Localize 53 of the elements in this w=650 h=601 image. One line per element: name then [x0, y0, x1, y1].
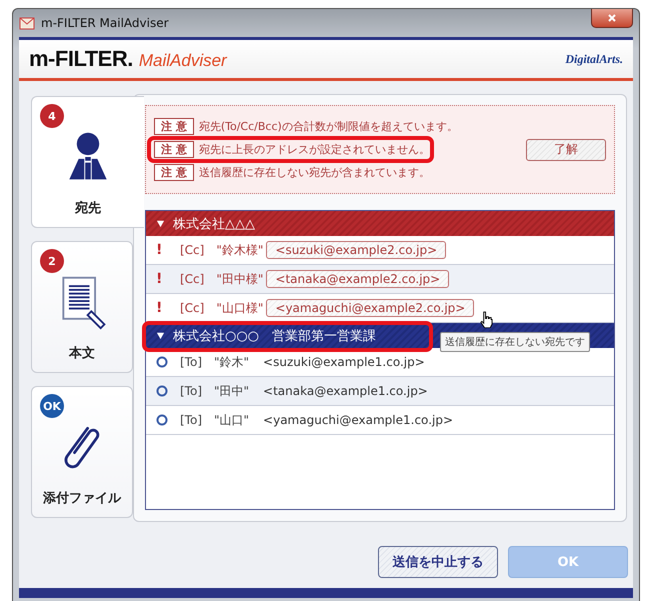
recipient-name: "田中": [214, 382, 250, 400]
category-label: 本文: [69, 344, 95, 362]
group-name: 株式会社○○○ 営業部第一営業課: [173, 328, 376, 344]
product-logo: m-FILTER.: [29, 46, 133, 72]
close-icon: [607, 13, 617, 23]
close-button[interactable]: [591, 9, 633, 28]
warning-text: 送信履歴に存在しない宛先が含まれています。: [198, 165, 430, 180]
warning-text: 宛先に上長のアドレスが設定されていません。: [198, 142, 430, 157]
email-address: <suzuki@example1.co.jp>: [263, 355, 425, 369]
group-header[interactable]: 株式会社△△△: [146, 211, 614, 236]
recipient-type: [Cc]: [180, 272, 204, 286]
category-label: 宛先: [75, 200, 101, 217]
product-subtitle: MailAdviser: [138, 51, 227, 71]
email-address[interactable]: <tanaka@example2.co.jp>: [266, 270, 450, 288]
recipient-type: [Cc]: [180, 243, 204, 257]
email-address: <yamaguchi@example1.co.jp>: [263, 413, 454, 427]
warning-mark: !: [156, 242, 164, 258]
circle-icon: [156, 385, 168, 397]
count-badge: OK: [40, 394, 64, 418]
group-name: 株式会社△△△: [173, 216, 255, 232]
email-address[interactable]: <yamaguchi@example2.co.jp>: [266, 299, 474, 317]
acknowledge-button[interactable]: 了解: [526, 138, 606, 160]
warning-text: 宛先(To/Cc/Bcc)の合計数が制限値を超えています。: [198, 119, 458, 134]
recipient-name: "鈴木": [214, 354, 250, 370]
recipient-type: [To]: [180, 413, 202, 427]
tooltip: 送信履歴に存在しない宛先です: [440, 332, 590, 352]
email-address[interactable]: <suzuki@example2.co.jp>: [266, 241, 446, 259]
recipient-name: "山口": [214, 412, 250, 428]
category-label: 添付ファイル: [43, 490, 121, 507]
recipient-type: [To]: [180, 384, 202, 398]
warning-mark: !: [156, 300, 164, 316]
circle-icon: [156, 356, 168, 368]
email-address: <tanaka@example1.co.jp>: [263, 384, 428, 398]
warning-tag: 注 意: [154, 164, 194, 181]
circle-icon: [156, 414, 168, 426]
count-badge: 4: [40, 104, 64, 128]
warning-tag: 注 意: [154, 118, 194, 135]
recipient-name: "田中様": [216, 270, 264, 288]
warning-mark: !: [156, 271, 164, 287]
category-tab[interactable]: OK 添付ファイル: [31, 386, 133, 518]
category-tab[interactable]: 2 本文: [31, 241, 133, 373]
recipient-type: [Cc]: [180, 301, 204, 315]
cancel-send-button[interactable]: 送信を中止する: [378, 546, 498, 578]
recipient-name: "鈴木様": [216, 242, 264, 258]
brand-logo: DigitalArts.: [565, 52, 623, 66]
category-tab[interactable]: 4 宛先: [31, 96, 144, 228]
recipient-type: [To]: [180, 355, 202, 369]
count-badge: 2: [40, 249, 64, 273]
hand-cursor-icon: [480, 311, 493, 328]
warning-tag: 注 意: [154, 141, 194, 158]
window-title: m-FILTER MailAdviser: [41, 16, 169, 30]
envelope-icon: [19, 15, 35, 31]
recipient-name: "山口様": [216, 300, 264, 316]
